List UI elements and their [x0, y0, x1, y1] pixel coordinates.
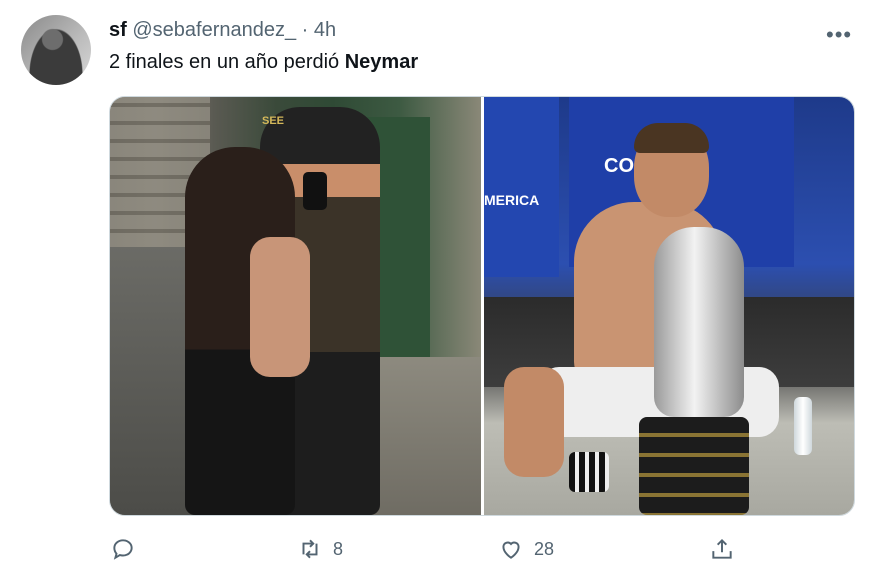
trophy-cup	[654, 227, 744, 417]
retweet-button[interactable]: 8	[297, 534, 343, 564]
avatar[interactable]	[21, 15, 91, 85]
photo-right[interactable]: CONTE. MERICA	[484, 97, 854, 515]
retweet-icon	[302, 539, 318, 559]
user-handle[interactable]: @sebafernandez_	[132, 19, 296, 41]
tweet-text-prefix: 2 finales en un año perdió	[109, 51, 345, 73]
slide	[569, 452, 609, 492]
like-button[interactable]: 28	[498, 534, 554, 564]
like-icon	[502, 541, 520, 559]
cap-text: SEE	[262, 115, 285, 127]
tweet-text-bold: Neymar	[344, 51, 419, 73]
action-bar: 8 28	[0, 534, 879, 564]
share-icon	[712, 538, 732, 559]
display-name[interactable]: sf	[109, 19, 127, 41]
retweet-count: 8	[333, 538, 344, 559]
player-leg	[504, 367, 564, 477]
timestamp[interactable]: 4h	[314, 19, 336, 41]
photo-left[interactable]: SEE	[110, 97, 481, 515]
woman-back	[250, 237, 310, 377]
media-grid: SEE CONTE. MERICA	[109, 96, 855, 516]
tweet-text: 2 finales en un año perdió Neymar	[109, 51, 418, 74]
separator-dot: ·	[301, 19, 309, 41]
more-icon[interactable]: •••	[826, 22, 852, 48]
water-bottle	[794, 397, 812, 455]
left-panel	[484, 97, 559, 277]
trophy-base	[639, 417, 749, 515]
reply-button[interactable]	[110, 534, 146, 564]
player-hair	[634, 123, 709, 153]
side-text: MERICA	[484, 192, 540, 208]
phone	[303, 172, 327, 210]
reply-icon	[113, 539, 133, 560]
share-button[interactable]	[709, 534, 735, 564]
tweet-header: sf @sebafernandez_ · 4h	[109, 19, 336, 42]
like-count: 28	[534, 538, 555, 559]
